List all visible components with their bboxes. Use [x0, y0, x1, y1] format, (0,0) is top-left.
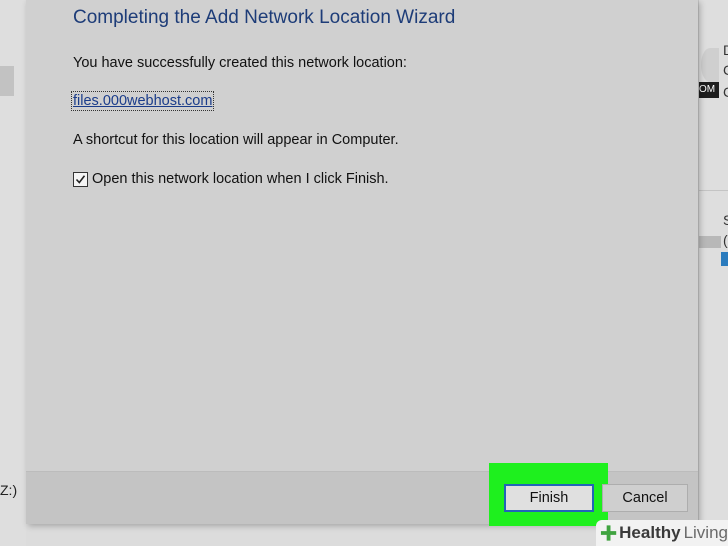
background-window-left: Z:)	[0, 0, 26, 546]
background-text-5: (	[723, 232, 728, 248]
open-on-finish-label: Open this network location when I click …	[92, 171, 389, 187]
background-divider	[699, 190, 728, 191]
checkmark-icon	[75, 174, 86, 184]
healthy-living-watermark: Healthy Living	[596, 520, 728, 546]
network-location-link[interactable]: files.000webhost.com	[70, 91, 215, 111]
finish-button[interactable]: Finish	[504, 484, 594, 512]
open-on-finish-checkbox[interactable]	[73, 171, 88, 187]
cancel-button[interactable]: Cancel	[602, 484, 688, 512]
background-window-right: D C OM C S (	[698, 0, 728, 546]
background-avatar	[701, 48, 719, 82]
background-text-4: S	[723, 212, 728, 228]
background-scroll-element	[0, 66, 14, 96]
shortcut-message: A shortcut for this location will appear…	[73, 132, 399, 148]
drive-icon	[699, 236, 721, 248]
success-message: You have successfully created this netwo…	[73, 55, 407, 71]
wizard-title: Completing the Add Network Location Wiza…	[73, 7, 456, 28]
add-network-location-wizard: Completing the Add Network Location Wiza…	[26, 0, 698, 524]
watermark-text-bold: Healthy	[619, 523, 681, 542]
open-on-finish-option[interactable]: Open this network location when I click …	[73, 171, 389, 187]
background-drive-label: Z:)	[0, 482, 18, 498]
background-text-2: C	[723, 62, 728, 78]
wizard-content: Completing the Add Network Location Wiza…	[26, 0, 698, 471]
background-text-1: D	[723, 42, 728, 58]
plus-cross-icon	[600, 525, 617, 541]
watermark-text-light: Living	[683, 523, 728, 542]
drive-usage-bar	[721, 252, 728, 266]
background-logo: OM	[699, 82, 719, 98]
background-text-3: C	[723, 84, 728, 100]
